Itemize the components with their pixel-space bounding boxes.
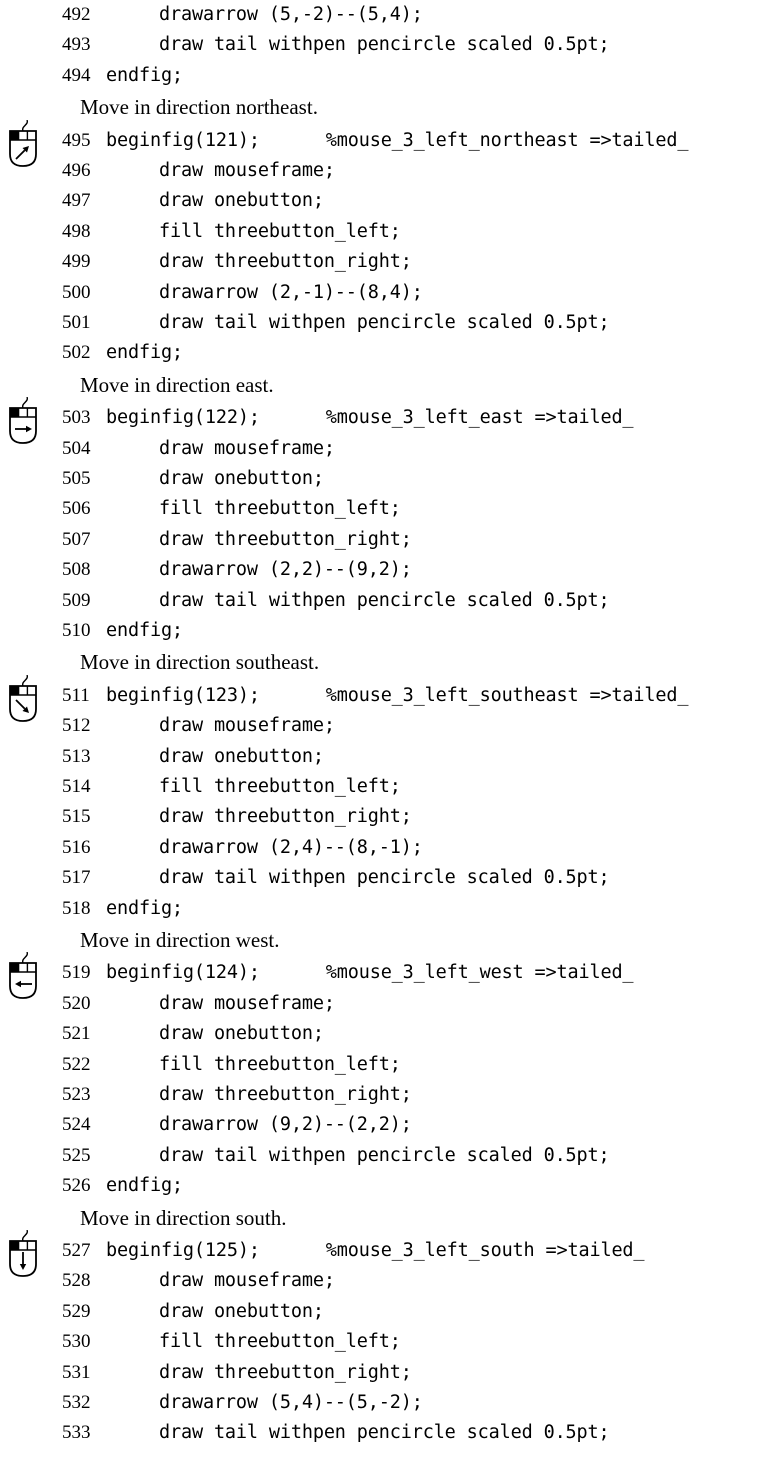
line-number: 496 — [62, 160, 91, 181]
line-number: 522 — [62, 1053, 91, 1075]
code-text: fill threebutton_left; — [159, 220, 401, 242]
code-text: drawarrow (2,4)--(8,-1); — [159, 836, 423, 858]
mouse-left-button-southeast-arrow-icon — [5, 674, 41, 723]
code-text: fill threebutton_left; — [159, 776, 401, 797]
mouse-left-button-northeast-arrow-icon — [5, 119, 41, 168]
line-number: 524 — [62, 1114, 91, 1136]
line-number: 533 — [62, 1422, 91, 1444]
code-text: endfig; — [106, 1175, 183, 1197]
line-number: 527 — [62, 1240, 91, 1261]
line-number: 497 — [62, 190, 91, 212]
code-text: fill threebutton_left; — [159, 1331, 401, 1353]
section-caption: Move in direction west. — [80, 928, 280, 952]
code-text: draw onebutton; — [159, 1300, 324, 1322]
code-text: endfig; — [106, 620, 183, 641]
line-number: 519 — [62, 962, 91, 984]
code-text: draw mouseframe; — [159, 437, 335, 459]
mouse-left-button-south-arrow-icon — [5, 1230, 41, 1278]
code-text: draw tail withpen pencircle scaled 0.5pt… — [159, 312, 610, 333]
line-number: 521 — [62, 1023, 91, 1045]
code-text: draw tail withpen pencircle scaled 0.5pt… — [159, 1144, 610, 1166]
line-number: 511 — [62, 684, 90, 706]
code-text: drawarrow (5,-2)--(5,4); — [159, 4, 423, 25]
section-caption: Move in direction southeast. — [80, 650, 320, 675]
mouse-left-button-west-arrow-icon — [5, 952, 41, 1000]
section-caption: Move in direction northeast. — [80, 95, 318, 120]
code-text: draw threebutton_right; — [159, 251, 412, 273]
line-number: 518 — [62, 897, 91, 919]
line-number: 495 — [62, 129, 91, 151]
code-text: drawarrow (2,2)--(9,2); — [159, 559, 412, 581]
section-caption: Move in direction east. — [80, 372, 274, 397]
code-text: endfig; — [106, 897, 183, 919]
code-text: beginfig(121); %mouse_3_left_northeast =… — [106, 129, 689, 151]
line-number: 516 — [62, 836, 91, 858]
code-text: draw threebutton_right; — [159, 1361, 412, 1383]
code-text: draw onebutton; — [159, 468, 324, 489]
line-number: 514 — [62, 776, 91, 797]
line-number: 507 — [62, 528, 91, 550]
line-number: 501 — [62, 312, 91, 333]
line-number: 502 — [62, 342, 91, 364]
line-number: 493 — [62, 34, 91, 56]
line-number: 492 — [62, 4, 91, 25]
code-text: draw onebutton; — [159, 1023, 324, 1045]
code-text: fill threebutton_left; — [159, 498, 401, 520]
code-text: draw tail withpen pencircle scaled 0.5pt… — [159, 34, 610, 56]
code-text: beginfig(124); %mouse_3_left_west =>tail… — [106, 962, 634, 984]
code-text: draw tail withpen pencircle scaled 0.5pt… — [159, 589, 610, 611]
code-text: draw mouseframe; — [159, 160, 335, 181]
code-text: drawarrow (2,-1)--(8,4); — [159, 281, 423, 303]
code-text: fill threebutton_left; — [159, 1053, 401, 1075]
code-text: draw tail withpen pencircle scaled 0.5pt… — [159, 867, 610, 889]
line-number: 510 — [62, 620, 91, 641]
line-number: 526 — [62, 1175, 91, 1197]
code-text: beginfig(123); %mouse_3_left_southeast =… — [106, 684, 689, 706]
code-text: draw mouseframe; — [159, 715, 335, 737]
section-caption: Move in direction south. — [80, 1205, 287, 1230]
code-text: draw threebutton_right; — [159, 528, 412, 550]
line-number: 498 — [62, 220, 91, 242]
code-text: draw threebutton_right; — [159, 806, 412, 828]
line-number: 504 — [62, 437, 91, 459]
line-number: 525 — [62, 1144, 91, 1166]
line-number: 529 — [62, 1300, 91, 1322]
line-number: 530 — [62, 1331, 91, 1353]
line-number: 508 — [62, 559, 91, 581]
line-number: 503 — [62, 407, 91, 429]
code-text: endfig; — [106, 64, 183, 86]
code-text: beginfig(122); %mouse_3_left_east =>tail… — [106, 407, 634, 429]
code-text: drawarrow (5,4)--(5,-2); — [159, 1392, 423, 1413]
code-text: draw onebutton; — [159, 745, 324, 767]
code-text: beginfig(125); %mouse_3_left_south =>tai… — [106, 1240, 645, 1261]
line-number: 505 — [62, 468, 91, 489]
line-number: 532 — [62, 1392, 91, 1413]
line-number: 512 — [62, 715, 91, 737]
line-number: 528 — [62, 1270, 91, 1292]
mouse-left-button-east-arrow-icon — [5, 397, 41, 445]
line-number: 509 — [62, 589, 91, 611]
line-number: 506 — [62, 498, 91, 520]
line-number: 515 — [62, 806, 91, 828]
line-number: 499 — [62, 251, 91, 273]
code-text: draw mouseframe; — [159, 1270, 335, 1292]
line-number: 513 — [62, 745, 91, 767]
code-text: endfig; — [106, 342, 183, 364]
document-page: 492 drawarrow (5,-2)--(5,4); 493 draw tail … — [0, 0, 765, 1466]
line-number: 517 — [62, 867, 91, 889]
line-number: 523 — [62, 1084, 91, 1105]
code-text: draw mouseframe; — [159, 992, 335, 1014]
code-text: draw tail withpen pencircle scaled 0.5pt… — [159, 1422, 610, 1444]
code-text: draw onebutton; — [159, 190, 324, 212]
line-number: 520 — [62, 992, 91, 1014]
code-text: drawarrow (9,2)--(2,2); — [159, 1114, 412, 1136]
line-number: 494 — [62, 64, 91, 86]
line-number: 500 — [62, 281, 91, 303]
code-text: draw threebutton_right; — [159, 1084, 412, 1105]
line-number: 531 — [62, 1361, 91, 1383]
